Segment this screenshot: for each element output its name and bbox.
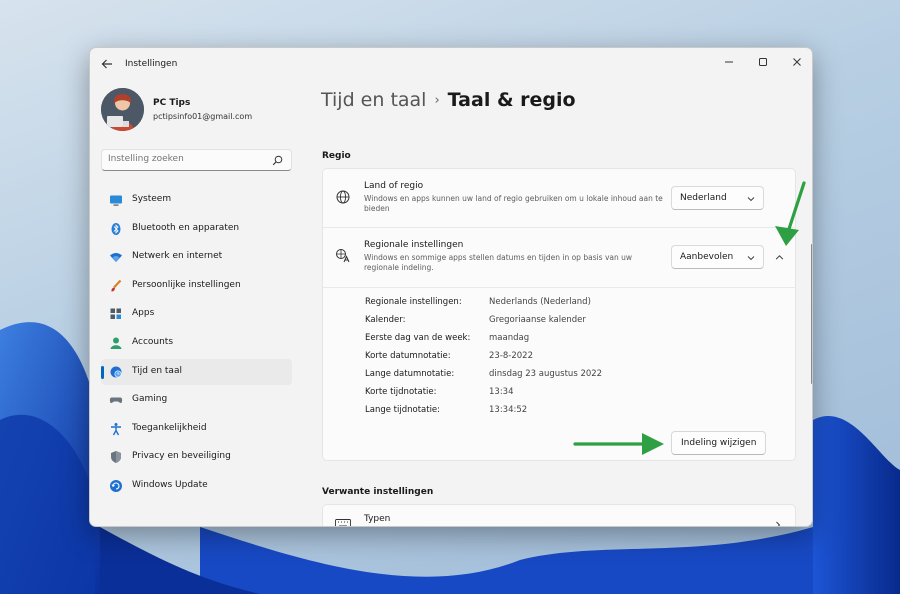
detail-value: maandag bbox=[489, 333, 530, 343]
sidebar-item-persoonlijk[interactable]: Persoonlijke instellingen bbox=[101, 273, 292, 299]
collapse-button[interactable] bbox=[768, 246, 790, 268]
update-icon bbox=[110, 479, 122, 492]
chevron-up-icon bbox=[775, 254, 783, 260]
search-box[interactable] bbox=[101, 149, 292, 171]
accessibility-icon bbox=[111, 422, 121, 436]
wifi-icon bbox=[110, 253, 122, 263]
main-content: Tijd en taal › Taal & regio Regio Land of … bbox=[321, 48, 812, 526]
sidebar-item-tijd-en-taal[interactable]: Tijd en taal bbox=[101, 358, 292, 385]
sidebar-item-apps[interactable]: Apps bbox=[101, 301, 292, 327]
regio-card: Land of regio Windows en apps kunnen uw … bbox=[322, 168, 796, 461]
country-dropdown[interactable]: Nederland bbox=[671, 186, 764, 210]
breadcrumb: Tijd en taal › Taal & regio bbox=[321, 89, 576, 111]
person-icon bbox=[110, 337, 122, 349]
detail-label: Kalender: bbox=[365, 315, 406, 325]
breadcrumb-parent[interactable]: Tijd en taal bbox=[321, 89, 426, 111]
land-of-regio-description: Windows en apps kunnen uw land of regio … bbox=[364, 194, 663, 213]
regionale-instellingen-title: Regionale instellingen bbox=[364, 240, 464, 250]
chevron-down-icon bbox=[747, 256, 755, 261]
globe-icon bbox=[336, 190, 350, 204]
globe-clock-icon bbox=[110, 366, 122, 378]
change-format-button[interactable]: Indeling wijzigen bbox=[671, 431, 767, 455]
back-arrow-icon[interactable] bbox=[100, 57, 114, 71]
search-input[interactable] bbox=[108, 154, 268, 164]
bluetooth-icon bbox=[111, 222, 121, 235]
divider bbox=[323, 287, 795, 288]
regional-format-dropdown[interactable]: Aanbevolen bbox=[671, 245, 764, 269]
language-region-icon bbox=[336, 249, 350, 263]
gamepad-icon bbox=[109, 397, 123, 404]
related-card[interactable]: Typen bbox=[322, 504, 796, 526]
detail-label: Eerste dag van de week: bbox=[365, 333, 471, 343]
avatar bbox=[101, 88, 144, 131]
detail-label: Regionale instellingen: bbox=[365, 297, 462, 307]
regionale-instellingen-row[interactable]: Regionale instellingen Windows en sommig… bbox=[323, 228, 795, 287]
sidebar-item-bluetooth[interactable]: Bluetooth en apparaten bbox=[101, 216, 292, 242]
sidebar-item-privacy[interactable]: Privacy en beveiliging bbox=[101, 444, 292, 470]
detail-label: Lange datumnotatie: bbox=[365, 369, 455, 379]
sidebar-item-windows-update[interactable]: Windows Update bbox=[101, 473, 292, 499]
apps-icon bbox=[110, 308, 121, 320]
land-of-regio-title: Land of regio bbox=[364, 181, 424, 191]
profile-name: PC Tips bbox=[153, 98, 191, 108]
typen-title: Typen bbox=[364, 514, 391, 524]
regionale-instellingen-description: Windows en sommige apps stellen datums e… bbox=[364, 253, 633, 272]
sidebar-nav: Systeem Bluetooth en apparaten Netwerk e… bbox=[101, 187, 292, 502]
detail-label: Korte tijdnotatie: bbox=[365, 387, 437, 397]
page-title: Taal & regio bbox=[447, 89, 576, 111]
detail-label: Korte datumnotatie: bbox=[365, 351, 451, 361]
brush-icon bbox=[111, 279, 122, 292]
scrollbar[interactable] bbox=[811, 244, 812, 384]
sidebar-item-toegankelijkheid[interactable]: Toegankelijkheid bbox=[101, 416, 292, 442]
detail-value: Nederlands (Nederland) bbox=[489, 297, 591, 307]
section-heading-regio: Regio bbox=[322, 151, 351, 161]
sidebar-item-systeem[interactable]: Systeem bbox=[101, 187, 292, 213]
breadcrumb-separator: › bbox=[434, 93, 440, 108]
keyboard-icon bbox=[335, 519, 351, 526]
settings-window: Instellingen PC Tips pctipsinfo01@gmail.… bbox=[89, 47, 813, 527]
section-heading-related: Verwante instellingen bbox=[322, 487, 434, 497]
window-title: Instellingen bbox=[125, 59, 178, 69]
profile-email: pctipsinfo01@gmail.com bbox=[153, 112, 253, 121]
sidebar-item-accounts[interactable]: Accounts bbox=[101, 330, 292, 356]
detail-value: Gregoriaanse kalender bbox=[489, 315, 586, 325]
sidebar-item-gaming[interactable]: Gaming bbox=[101, 387, 292, 413]
detail-label: Lange tijdnotatie: bbox=[365, 405, 441, 415]
chevron-right-icon bbox=[776, 521, 781, 526]
detail-value: 23-8-2022 bbox=[489, 351, 533, 361]
detail-value: 13:34 bbox=[489, 387, 514, 397]
chevron-down-icon bbox=[747, 197, 755, 202]
search-icon[interactable] bbox=[272, 155, 283, 166]
sidebar-item-netwerk[interactable]: Netwerk en internet bbox=[101, 244, 292, 270]
monitor-icon bbox=[110, 195, 122, 206]
detail-value: 13:34:52 bbox=[489, 405, 528, 415]
shield-icon bbox=[111, 451, 121, 464]
land-of-regio-row: Land of regio Windows en apps kunnen uw … bbox=[323, 169, 795, 227]
detail-value: dinsdag 23 augustus 2022 bbox=[489, 369, 603, 379]
